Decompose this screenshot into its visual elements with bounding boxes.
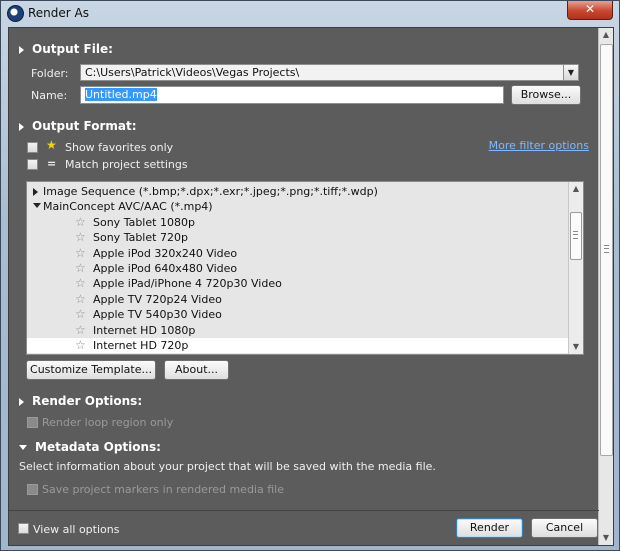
vegas-app-icon: [7, 5, 24, 22]
template-row[interactable]: ☆ Apple iPod 320x240 Video: [27, 246, 568, 261]
template-row[interactable]: ☆ Internet HD 720p: [27, 338, 568, 353]
expand-arrow-icon: [19, 445, 27, 450]
list-scrollbar[interactable]: ▲ ▼: [568, 182, 583, 354]
favorite-star-icon[interactable]: ☆: [75, 307, 86, 322]
template-row[interactable]: ☆ Apple TV 540p30 Video: [27, 307, 568, 322]
loop-region-checkbox[interactable]: [27, 417, 38, 428]
template-row[interactable]: ☆ Internet HD 1080p: [27, 323, 568, 338]
format-template-list[interactable]: Image Sequence (*.bmp;*.dpx;*.exr;*.jpeg…: [26, 181, 584, 355]
template-label: Internet HD 1080p: [93, 323, 196, 337]
template-row[interactable]: ☆ Sony Tablet 720p: [27, 230, 568, 245]
dialog-content: ▲ ▼ Output File: Folder: C:\Users\Patric…: [8, 27, 614, 546]
template-label: Apple iPod 320x240 Video: [93, 246, 238, 260]
output-format-header[interactable]: Output Format:: [19, 119, 137, 133]
template-label: Apple iPod 640x480 Video: [93, 262, 238, 275]
save-markers-checkbox[interactable]: [27, 484, 38, 495]
favorite-star-icon[interactable]: ☆: [75, 276, 86, 291]
metadata-description: Select information about your project th…: [19, 460, 436, 473]
favorite-star-icon[interactable]: ☆: [75, 215, 86, 230]
template-label: Apple TV 540p30 Video: [93, 308, 222, 322]
scroll-thumb[interactable]: [600, 44, 613, 456]
save-markers-label: Save project markers in rendered media f…: [42, 483, 284, 496]
equals-icon: =: [47, 157, 57, 170]
about-button[interactable]: About...: [164, 360, 229, 380]
template-category-label: Image Sequence (*.bmp;*.dpx;*.exr;*.jpeg…: [43, 185, 378, 198]
loop-region-label: Render loop region only: [42, 416, 174, 429]
scroll-down-icon[interactable]: ▼: [599, 531, 613, 545]
render-button[interactable]: Render: [456, 518, 523, 538]
template-category-label: MainConcept AVC/AAC (*.mp4): [43, 200, 213, 214]
favorite-star-icon[interactable]: ☆: [75, 246, 86, 261]
grip-icon: [604, 245, 609, 253]
browse-button[interactable]: Browse...: [511, 85, 581, 105]
template-row[interactable]: MainConcept AVC/AAC (*.mp4): [27, 199, 568, 214]
output-format-heading: Output Format:: [32, 119, 137, 133]
template-label: Internet HD 720p: [93, 339, 189, 352]
metadata-options-heading: Metadata Options:: [35, 440, 161, 454]
name-input[interactable]: Untitled.mp4: [80, 86, 504, 104]
favorite-star-icon[interactable]: ☆: [75, 292, 86, 307]
star-yellow-icon: ★: [46, 138, 57, 152]
template-label: Sony Tablet 720p: [93, 231, 188, 245]
list-scroll-down-icon[interactable]: ▼: [569, 340, 583, 354]
customize-template-button[interactable]: Customize Template...: [26, 360, 156, 380]
template-row[interactable]: ☆ Apple TV 720p24 Video: [27, 292, 568, 307]
view-all-options-label: View all options: [33, 523, 120, 536]
render-as-dialog: Render As ✕ ▲ ▼ Output File: Folder: C:\…: [0, 0, 620, 551]
window-title: Render As: [28, 6, 89, 20]
dialog-scrollbar[interactable]: ▲ ▼: [598, 28, 613, 545]
match-project-checkbox[interactable]: [27, 159, 38, 170]
template-row[interactable]: ☆ Apple iPad/iPhone 4 720p30 Video: [27, 276, 568, 291]
template-label: Sony Tablet 1080p: [93, 215, 195, 229]
footer-divider: [9, 510, 599, 511]
favorite-star-icon[interactable]: ☆: [75, 323, 86, 338]
scroll-up-icon[interactable]: ▲: [599, 28, 613, 42]
collapse-arrow-icon[interactable]: [33, 188, 38, 196]
template-label: Apple TV 720p24 Video: [93, 292, 222, 306]
name-label: Name:: [31, 89, 68, 102]
folder-label: Folder:: [31, 67, 69, 80]
template-row[interactable]: ☆ Sony Tablet 1080p: [27, 215, 568, 230]
template-row[interactable]: Image Sequence (*.bmp;*.dpx;*.exr;*.jpeg…: [27, 184, 568, 199]
view-all-options-checkbox[interactable]: [18, 523, 29, 534]
favorite-star-icon[interactable]: ☆: [75, 261, 86, 276]
render-options-header[interactable]: Render Options:: [19, 394, 142, 408]
collapse-arrow-icon: [19, 45, 24, 54]
template-row[interactable]: ☆ Apple iPod 640x480 Video: [27, 261, 568, 276]
folder-value: C:\Users\Patrick\Videos\Vegas Projects\: [85, 66, 300, 79]
output-file-header[interactable]: Output File:: [19, 42, 113, 56]
template-label: Apple iPad/iPhone 4 720p30 Video: [93, 277, 282, 291]
favorite-star-icon[interactable]: ☆: [75, 338, 86, 353]
cancel-button[interactable]: Cancel: [531, 518, 598, 538]
grip-icon: [573, 231, 578, 239]
name-value: Untitled.mp4: [85, 88, 157, 101]
dropdown-arrow-icon[interactable]: ▼: [563, 65, 578, 80]
title-bar[interactable]: Render As ✕: [1, 1, 619, 25]
metadata-options-header[interactable]: Metadata Options:: [19, 440, 161, 454]
match-project-label: Match project settings: [65, 158, 188, 171]
show-favorites-checkbox[interactable]: [27, 142, 38, 153]
render-options-heading: Render Options:: [32, 394, 143, 408]
favorite-star-icon[interactable]: ☆: [75, 230, 86, 245]
expand-arrow-icon[interactable]: [33, 203, 41, 209]
collapse-arrow-icon: [19, 397, 24, 406]
show-favorites-label: Show favorites only: [65, 141, 174, 154]
folder-combobox[interactable]: C:\Users\Patrick\Videos\Vegas Projects\ …: [80, 64, 579, 81]
list-scroll-thumb[interactable]: [570, 212, 582, 260]
list-scroll-up-icon[interactable]: ▲: [569, 182, 583, 196]
more-filter-options-link[interactable]: More filter options: [489, 139, 589, 152]
collapse-arrow-icon: [19, 122, 24, 131]
close-button[interactable]: ✕: [567, 1, 613, 20]
output-file-heading: Output File:: [32, 42, 113, 56]
